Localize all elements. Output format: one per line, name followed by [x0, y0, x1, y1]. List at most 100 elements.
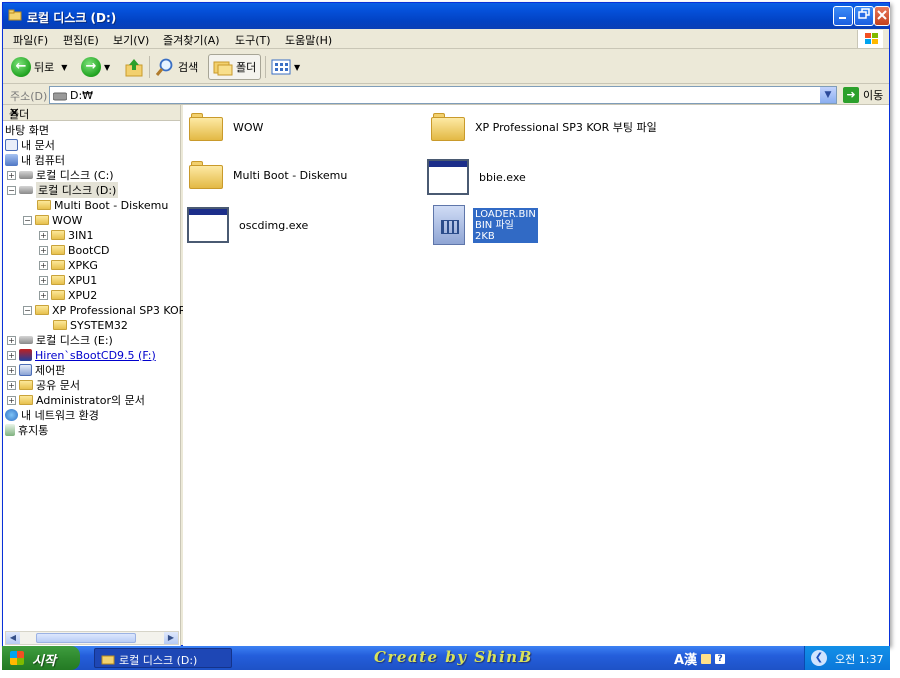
tree-item-label: XPU1	[68, 273, 98, 287]
file-item-multiboot[interactable]: Multi Boot - Diskemu	[189, 161, 347, 189]
tree-item-xpu2[interactable]: + XPU2	[39, 288, 97, 302]
menu-help[interactable]: 도움말(H)	[285, 32, 332, 48]
collapse-icon[interactable]: −	[23, 215, 32, 225]
tree-item-label: WOW	[52, 213, 83, 227]
address-label: 주소(D)	[10, 90, 48, 103]
tree-item-xp-professional[interactable]: − XP Professional SP3 KOR	[23, 303, 186, 317]
folder-icon	[35, 215, 49, 225]
file-name: oscdimg.exe	[239, 218, 309, 232]
start-label: 시작	[32, 654, 56, 669]
collapse-icon[interactable]: −	[23, 305, 32, 315]
expand-icon[interactable]: +	[39, 245, 48, 255]
scroll-left-icon[interactable]: ◀	[6, 632, 20, 644]
tree-item-admin-documents[interactable]: + Administrator의 문서	[7, 393, 145, 407]
explorer-window: 로컬 디스크 (D:) 파일(F) 편집(E) 보기(V) 즐겨찾기(A) 도구…	[2, 2, 890, 646]
menu-bar: 파일(F) 편집(E) 보기(V) 즐겨찾기(A) 도구(T) 도움말(H)	[3, 29, 889, 49]
tree-item-xpkg[interactable]: + XPKG	[39, 258, 98, 272]
go-button[interactable]: ➜ 이동	[843, 87, 883, 103]
tree-item-network[interactable]: 내 네트워크 환경	[5, 408, 99, 422]
tree-item-drive-f[interactable]: + Hiren`sBootCD9.5 (F:)	[7, 348, 156, 362]
menu-view[interactable]: 보기(V)	[113, 32, 149, 48]
expand-icon[interactable]: +	[7, 335, 16, 345]
chevron-down-icon[interactable]: ▼	[61, 63, 67, 72]
tree-item-label: XPKG	[68, 258, 98, 272]
horizontal-scrollbar[interactable]: ◀ ▶	[5, 631, 179, 645]
address-input[interactable]: D:₩ ▼	[49, 86, 837, 104]
menu-edit[interactable]: 편집(E)	[63, 32, 99, 48]
tree-item-bootcd[interactable]: + BootCD	[39, 243, 109, 257]
tree-item-label: 제어판	[35, 364, 66, 377]
folder-icon	[53, 320, 67, 330]
maximize-button[interactable]	[854, 6, 874, 26]
ime-tool-icon[interactable]	[701, 653, 712, 664]
folders-button[interactable]: 폴더	[208, 54, 262, 80]
tree-item-3in1[interactable]: + 3IN1	[39, 228, 93, 242]
views-button[interactable]: ▼	[271, 54, 300, 80]
folder-icon	[35, 305, 49, 315]
tree-item-drive-d[interactable]: − 로컬 디스크 (D:)	[7, 182, 119, 198]
tree-item-wow[interactable]: − WOW	[23, 213, 82, 227]
tree-item-shared-documents[interactable]: + 공유 문서	[7, 378, 80, 392]
search-button[interactable]: 검색	[155, 54, 198, 80]
expand-icon[interactable]: +	[7, 170, 16, 180]
scroll-right-icon[interactable]: ▶	[164, 632, 178, 644]
file-name: bbie.exe	[479, 170, 526, 184]
minimize-button[interactable]	[833, 6, 853, 26]
taskbar-window-button[interactable]: 로컬 디스크 (D:)	[94, 648, 232, 668]
close-button[interactable]	[874, 6, 890, 26]
chevron-down-icon[interactable]: ▼	[104, 63, 110, 72]
title-bar[interactable]: 로컬 디스크 (D:)	[3, 3, 890, 29]
close-icon[interactable]: ✕	[9, 106, 172, 121]
expand-icon[interactable]: +	[7, 365, 16, 375]
executable-icon	[187, 207, 229, 243]
tree-item-drive-e[interactable]: + 로컬 디스크 (E:)	[7, 333, 113, 347]
address-value: D:₩	[70, 89, 94, 102]
tree-item-desktop[interactable]: 바탕 화면	[5, 123, 49, 137]
expand-icon[interactable]: +	[39, 290, 48, 300]
expand-icon[interactable]: +	[7, 395, 16, 405]
tree-item-my-computer[interactable]: 내 컴퓨터	[5, 153, 65, 167]
menu-favorites[interactable]: 즐겨찾기(A)	[163, 32, 220, 48]
file-item-loader-bin[interactable]: LOADER.BIN BIN 파일 2KB	[433, 205, 538, 245]
tray-arrow-icon[interactable]: ❮	[811, 650, 827, 666]
minimize-icon	[839, 17, 846, 19]
tree-item-label: Multi Boot - Diskemu	[54, 198, 169, 212]
expand-icon[interactable]: +	[39, 230, 48, 240]
network-icon	[5, 409, 18, 421]
expand-icon[interactable]: +	[39, 275, 48, 285]
file-item-wow[interactable]: WOW	[189, 113, 263, 141]
taskbar-window-label: 로컬 디스크 (D:)	[119, 654, 198, 667]
expand-icon[interactable]: +	[7, 380, 16, 390]
up-folder-button[interactable]	[123, 54, 145, 80]
collapse-icon[interactable]: −	[7, 185, 16, 195]
tree-item-control-panel[interactable]: + 제어판	[7, 363, 65, 377]
tree-item-xpu1[interactable]: + XPU1	[39, 273, 97, 287]
folders-pane-header: 폴더 ✕	[3, 105, 180, 121]
expand-icon[interactable]: +	[39, 260, 48, 270]
file-item-oscdimg[interactable]: oscdimg.exe	[187, 207, 308, 243]
tree-item-system32[interactable]: SYSTEM32	[53, 318, 128, 332]
forward-button[interactable]: → ▼	[81, 54, 110, 80]
tree-item-multiboot[interactable]: Multi Boot - Diskemu	[37, 198, 168, 212]
menu-file[interactable]: 파일(F)	[13, 32, 48, 48]
views-icon	[271, 59, 291, 75]
ime-bar[interactable]: A漢 ?	[674, 649, 726, 668]
clock[interactable]: 오전 1:37	[835, 651, 883, 667]
file-item-bbie[interactable]: bbie.exe	[427, 159, 526, 195]
file-size: 2KB	[475, 230, 495, 242]
file-item-xp-professional[interactable]: XP Professional SP3 KOR 부팅 파일	[431, 113, 657, 141]
address-dropdown-button[interactable]: ▼	[820, 87, 836, 103]
tree-item-drive-c[interactable]: + 로컬 디스크 (C:)	[7, 168, 114, 182]
scroll-thumb[interactable]	[36, 633, 136, 643]
file-view: WOW XP Professional SP3 KOR 부팅 파일 Multi …	[183, 105, 889, 646]
start-button[interactable]: 시작	[2, 646, 80, 670]
expand-icon[interactable]: +	[7, 350, 16, 360]
back-button[interactable]: ← 뒤로 ▼	[11, 54, 67, 80]
file-name: Multi Boot - Diskemu	[233, 168, 348, 182]
menu-tools[interactable]: 도구(T)	[235, 32, 271, 48]
chevron-down-icon[interactable]: ▼	[294, 63, 300, 72]
tree-item-label: BootCD	[68, 243, 110, 257]
tree-item-my-documents[interactable]: 내 문서	[5, 138, 55, 152]
tree-item-recycle-bin[interactable]: 휴지통	[5, 423, 48, 437]
help-icon[interactable]: ?	[715, 653, 726, 664]
